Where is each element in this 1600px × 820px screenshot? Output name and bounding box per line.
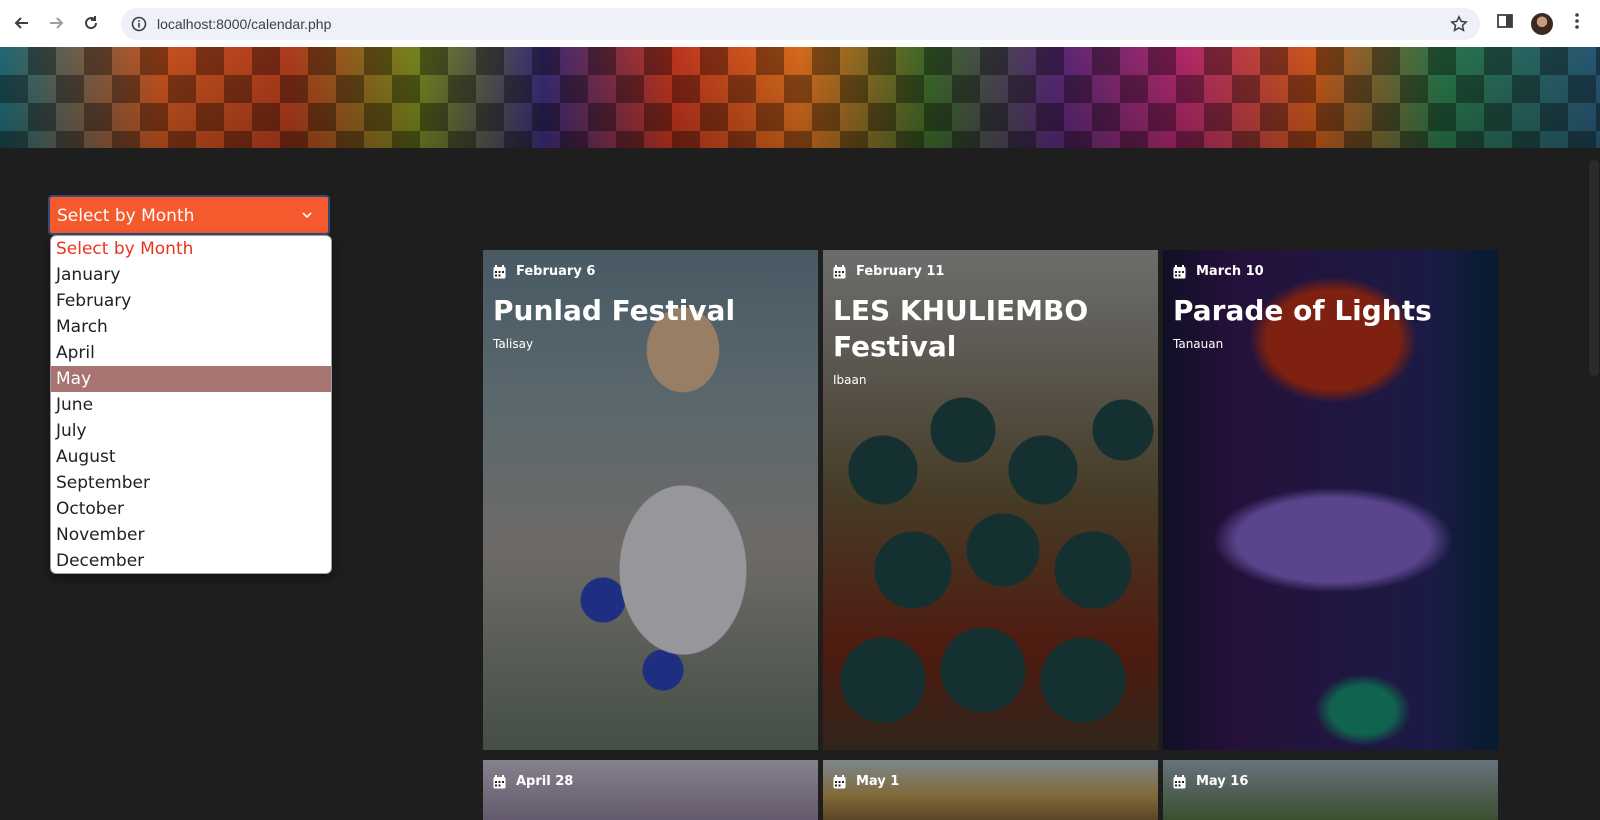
forward-button[interactable] <box>45 12 67 34</box>
star-icon <box>1450 15 1468 32</box>
profile-avatar[interactable] <box>1531 13 1553 35</box>
event-date-text: March 10 <box>1196 264 1264 279</box>
back-button[interactable] <box>11 12 33 34</box>
event-card[interactable]: May 1 <box>823 760 1158 820</box>
calendar-icon <box>1173 264 1186 278</box>
calendar-icon <box>493 774 506 788</box>
event-date: February 6 <box>493 264 595 279</box>
month-option[interactable]: June <box>51 392 331 418</box>
month-select-label: Select by Month <box>57 206 195 226</box>
event-date: May 1 <box>833 774 899 789</box>
event-date: May 16 <box>1173 774 1248 789</box>
bookmark-button[interactable] <box>1450 15 1468 38</box>
event-date-text: May 1 <box>856 774 900 789</box>
month-option[interactable]: September <box>51 470 331 496</box>
calendar-icon <box>1173 774 1186 788</box>
event-card[interactable]: May 16 <box>1163 760 1498 820</box>
reload-icon <box>85 16 98 30</box>
url-text: localhost:8000/calendar.php <box>157 16 332 32</box>
site-info-button[interactable] <box>131 16 147 37</box>
month-option[interactable]: December <box>51 548 331 573</box>
event-date-text: February 11 <box>856 264 945 279</box>
month-option[interactable]: Select by Month <box>51 236 331 262</box>
page-scrollbar-thumb[interactable] <box>1589 160 1599 376</box>
event-date-text: April 28 <box>516 774 574 789</box>
month-option[interactable]: October <box>51 496 331 522</box>
month-option[interactable]: April <box>51 340 331 366</box>
month-option[interactable]: January <box>51 262 331 288</box>
month-option[interactable]: July <box>51 418 331 444</box>
event-card[interactable]: February 6 Punlad Festival Talisay <box>483 250 818 750</box>
event-card[interactable]: April 28 <box>483 760 818 820</box>
event-location: Tanauan <box>1173 337 1224 351</box>
reload-button[interactable] <box>80 12 102 34</box>
card-image-overlay <box>1163 760 1498 820</box>
event-card[interactable]: March 10 Parade of Lights Tanauan <box>1163 250 1498 750</box>
card-image-overlay <box>483 760 818 820</box>
event-date: April 28 <box>493 774 573 789</box>
month-option[interactable]: March <box>51 314 331 340</box>
side-panel-button[interactable] <box>1496 12 1514 35</box>
month-select[interactable]: Select by Month <box>48 195 330 235</box>
event-location: Ibaan <box>833 373 867 387</box>
event-date: March 10 <box>1173 264 1264 279</box>
event-date: February 11 <box>833 264 944 279</box>
month-option[interactable]: November <box>51 522 331 548</box>
back-arrow-icon <box>14 17 28 29</box>
calendar-icon <box>493 264 506 278</box>
browser-toolbar: localhost:8000/calendar.php <box>0 0 1600 48</box>
side-panel-icon <box>1497 14 1513 28</box>
card-image-overlay <box>823 760 1158 820</box>
month-option[interactable]: February <box>51 288 331 314</box>
month-dropdown-list: Select by Month January February March A… <box>50 235 332 574</box>
info-icon <box>131 16 147 32</box>
forward-arrow-icon <box>50 17 64 29</box>
event-date-text: May 16 <box>1196 774 1249 789</box>
event-title: Punlad Festival <box>493 294 736 327</box>
address-bar[interactable]: localhost:8000/calendar.php <box>121 8 1480 40</box>
calendar-icon <box>833 774 846 788</box>
calendar-icon <box>833 264 846 278</box>
event-date-text: February 6 <box>516 264 596 279</box>
month-option[interactable]: August <box>51 444 331 470</box>
chevron-down-icon <box>300 207 314 227</box>
event-title: LES KHULIEMBO Festival <box>833 294 1089 363</box>
browser-menu-button[interactable] <box>1574 12 1580 35</box>
event-title: Parade of Lights <box>1173 294 1432 327</box>
month-option-highlighted[interactable]: May <box>51 366 331 392</box>
kebab-menu-icon <box>1575 13 1579 29</box>
event-card[interactable]: February 11 LES KHULIEMBO Festival Ibaan <box>823 250 1158 750</box>
header-banner <box>0 47 1600 148</box>
event-location: Talisay <box>493 337 534 351</box>
